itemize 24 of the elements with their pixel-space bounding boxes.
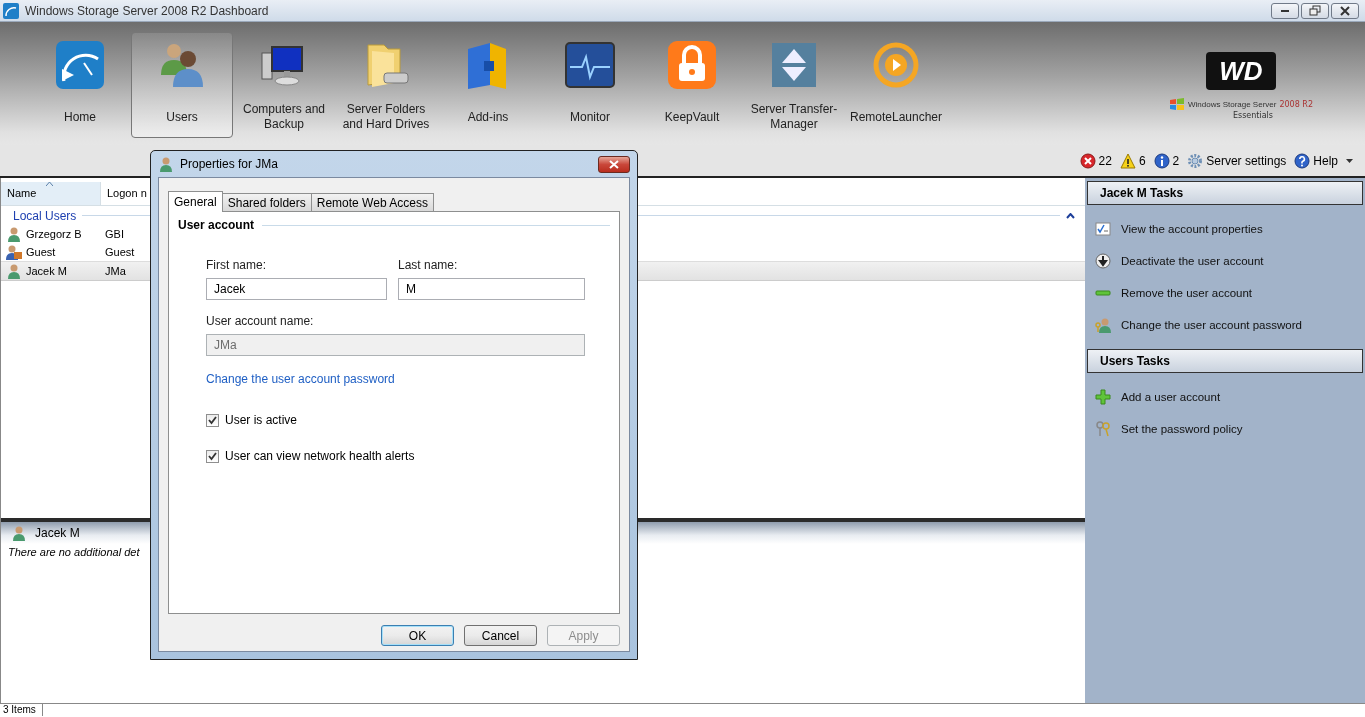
user-name: Jacek M [26,265,67,277]
details-title: Jacek M [35,526,80,540]
field-label: Last name: [398,258,459,272]
user-name: Grzegorz B [26,228,82,240]
user-name: Guest [26,246,56,258]
product-edition: Essentials [1232,111,1273,120]
logon-name: Guest [104,246,135,258]
logon-name: JMa [104,265,126,277]
status-text: 3 Items [0,704,43,716]
checkbox-label: User is active [225,413,298,427]
field-label: User account name: [206,314,315,328]
group-header: Local Users [13,208,77,223]
pane-header: Jacek M Tasks [1087,181,1363,205]
dialog-title: Properties for JMa [180,157,280,171]
brand-logo: WD [1205,52,1276,90]
section-heading: User account [178,218,255,232]
pane-header: Users Tasks [1087,349,1363,373]
product-version: 2008 R2 [1279,99,1313,109]
checkbox-label: User can view network health alerts [225,449,415,463]
field-label: First name: [206,258,267,272]
logon-name: GBI [104,228,124,240]
product-name: Windows Storage Server [1187,99,1277,109]
details-text: There are no additional det [7,546,141,558]
window-title: Windows Storage Server 2008 R2 Dashboard [25,3,270,18]
